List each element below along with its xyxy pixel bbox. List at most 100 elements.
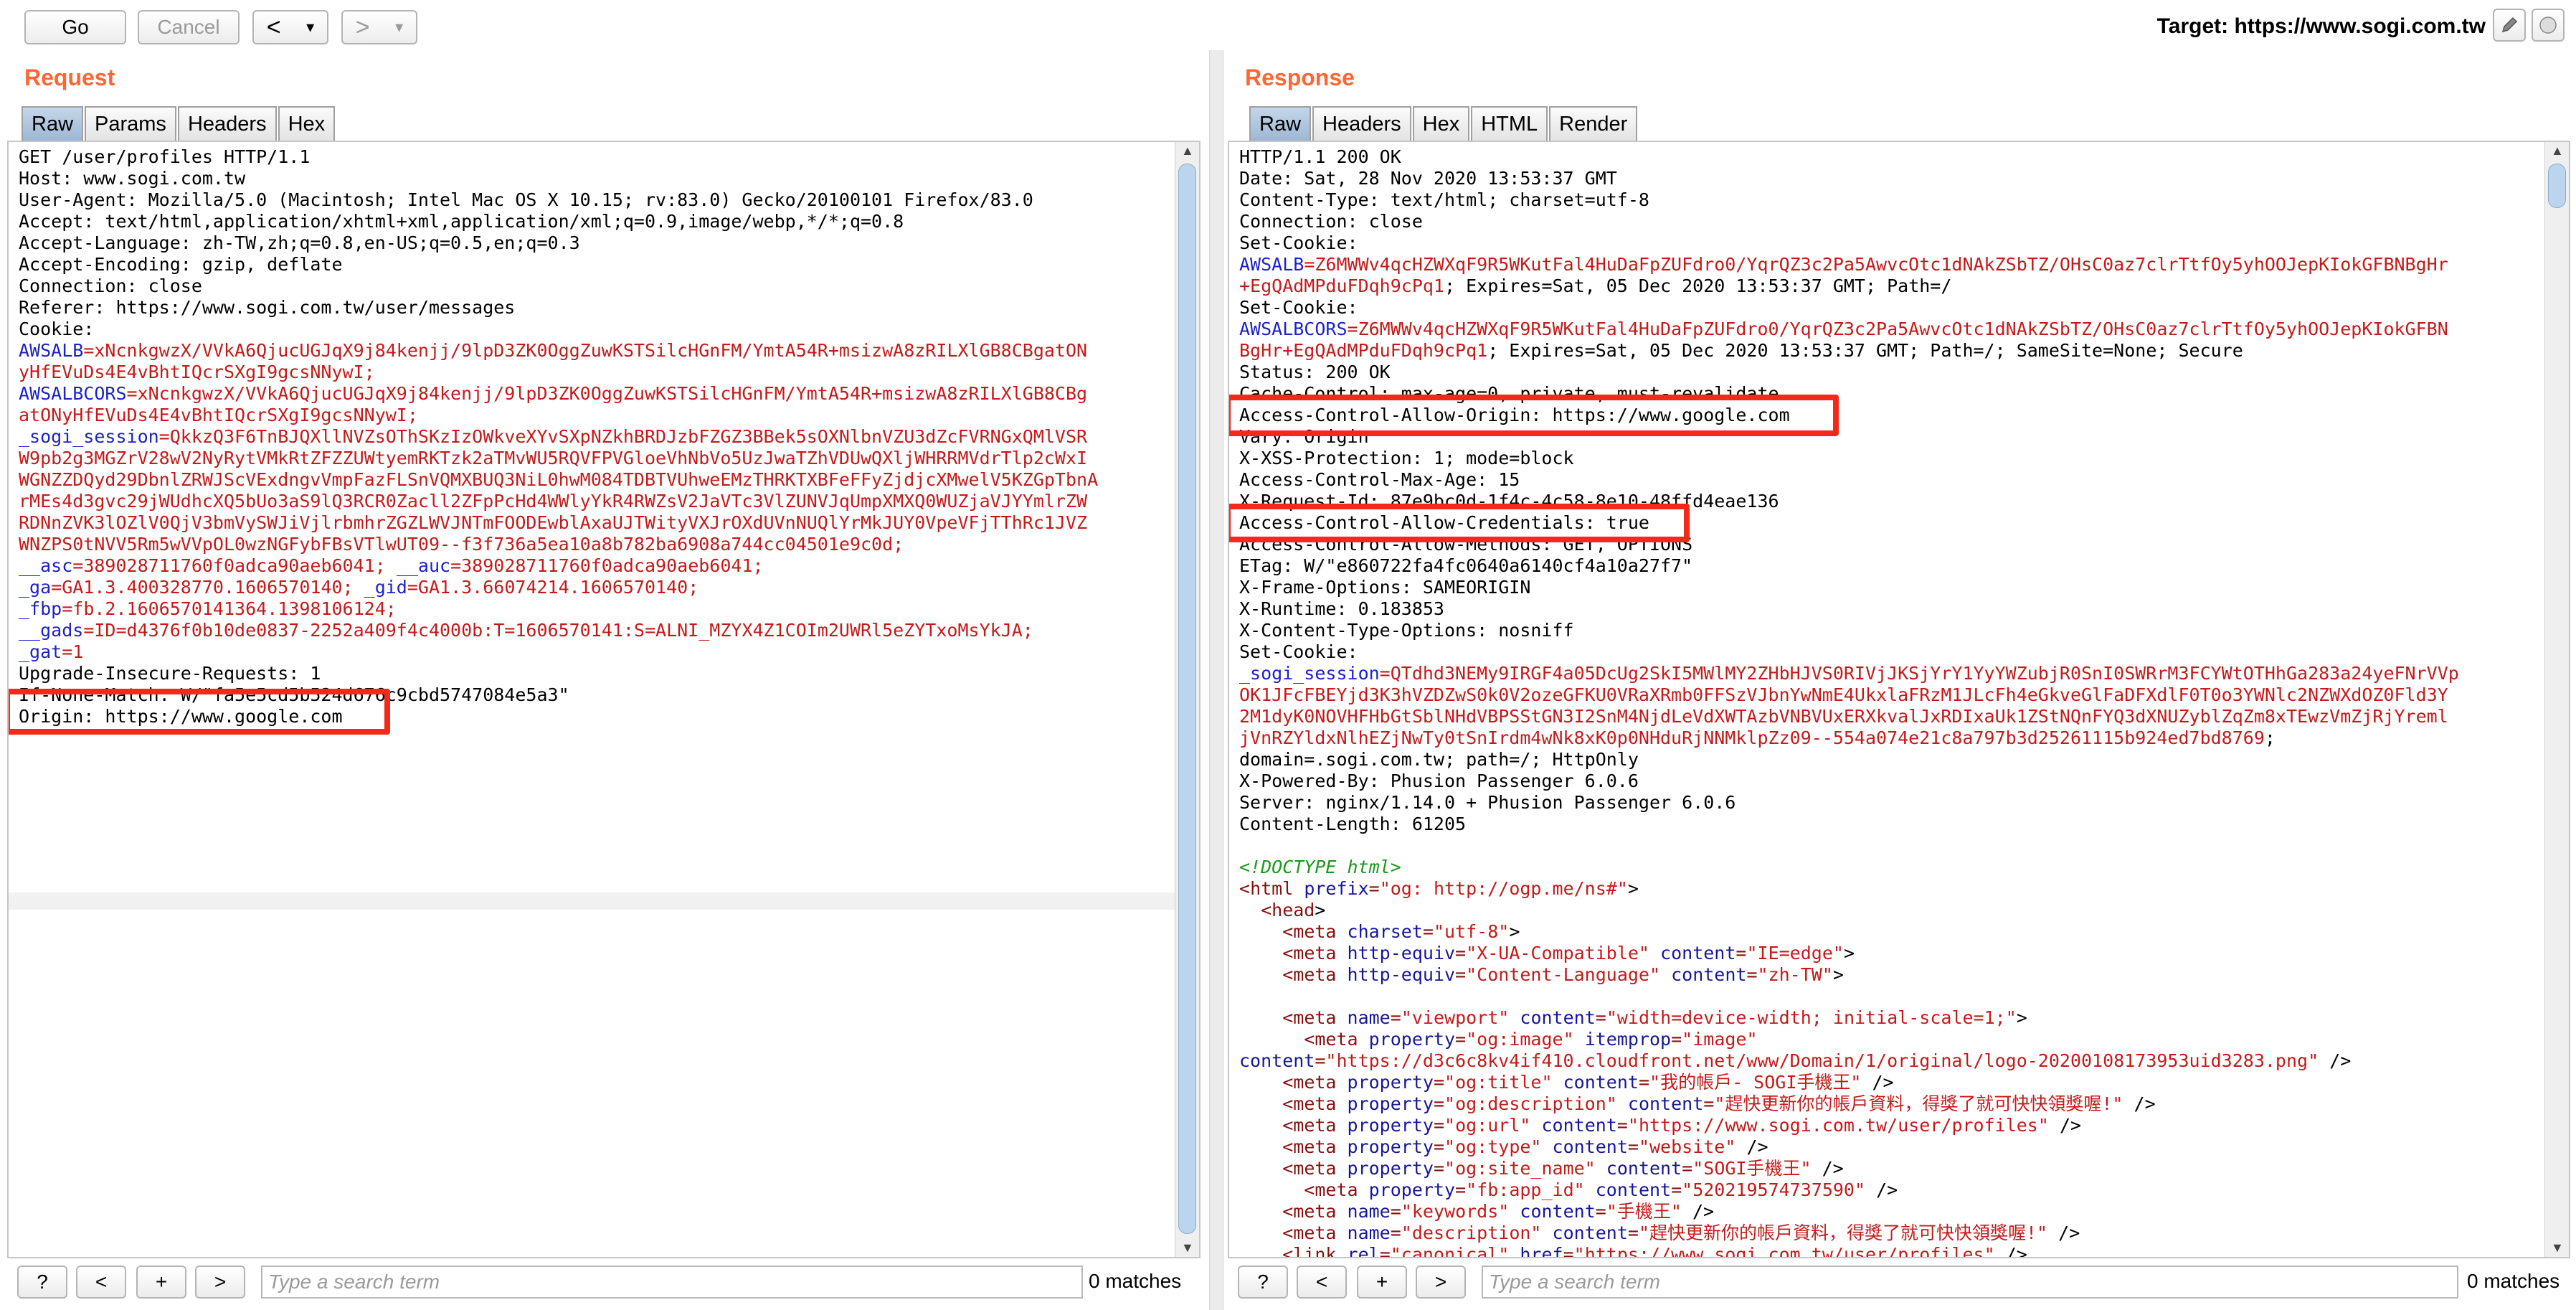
request-token: Accept-Language: zh-TW,zh;q=0.8,en-US;q=…	[19, 232, 580, 253]
response-token: html	[1250, 878, 1304, 899]
response-token: Access-Control-Max-Age: 15	[1239, 469, 1520, 490]
response-token: content	[1563, 1072, 1639, 1093]
response-line: Server: nginx/1.14.0 + Phusion Passenger…	[1239, 792, 2459, 814]
request-line: rMEs4d3gvc29jWUdhcXQ5bUo3aS9lQ3RCR0Zacll…	[19, 491, 1098, 512]
response-line: Set-Cookie:	[1239, 297, 2459, 319]
response-token: "520219574737590"	[1682, 1179, 1866, 1200]
request-tab-params[interactable]: Params	[85, 106, 176, 141]
request-add-button[interactable]: +	[136, 1266, 186, 1299]
response-token: link	[1293, 1244, 1348, 1258]
response-tab-html[interactable]: HTML	[1471, 106, 1548, 141]
cancel-button[interactable]: Cancel	[138, 10, 240, 44]
response-token: X-Powered-By: Phusion Passenger 6.0.6	[1239, 771, 1639, 791]
help-button[interactable]	[2532, 9, 2565, 42]
request-prev-button[interactable]: <	[76, 1266, 126, 1299]
go-button[interactable]: Go	[24, 10, 126, 44]
request-editor[interactable]: GET /user/profiles HTTP/1.1 Host: www.sog…	[7, 141, 1201, 1258]
request-token: Cookie:	[19, 319, 95, 339]
response-token: "我的帳戶- SOGI手機王"	[1649, 1072, 1862, 1093]
response-token: content	[1595, 1179, 1672, 1200]
request-tab-raw[interactable]: Raw	[22, 106, 84, 141]
response-tab-render[interactable]: Render	[1549, 106, 1638, 141]
back-button[interactable]: < ▾	[252, 10, 328, 44]
request-token: RDNnZVK3lOZlV0QjV3bmVySWJiVjlrbmhrZGZLWV…	[19, 512, 1088, 533]
response-token: property	[1347, 1115, 1434, 1136]
response-token: property	[1368, 1029, 1456, 1050]
response-token: "https://www.sogi.com.tw/user/profiles"	[1627, 1115, 2049, 1136]
forward-button[interactable]: > ▾	[341, 10, 417, 44]
request-token: Referer: https://www.sogi.com.tw/user/me…	[19, 297, 516, 318]
response-search-input[interactable]: Type a search term	[1482, 1266, 2458, 1299]
response-line: Connection: close	[1239, 211, 2459, 232]
response-line: X-Content-Type-Options: nosniff	[1239, 620, 2459, 641]
request-tab-hex[interactable]: Hex	[278, 106, 336, 141]
response-scrollbar[interactable]: ▲ ▼	[2544, 142, 2569, 1257]
response-line: <meta property="og:image" itemprop="imag…	[1239, 1029, 2459, 1050]
response-token: =	[1595, 1201, 1606, 1222]
response-token: Status: 200 OK	[1239, 362, 1391, 382]
response-line: AWSALBCORS=Z6MWWv4qcHZWXqF9R5WKutFal4HuD…	[1239, 319, 2459, 340]
request-token: Connection: close	[19, 275, 202, 296]
request-line: Host: www.sogi.com.tw	[19, 168, 1098, 189]
pane-divider[interactable]	[1209, 50, 1223, 1310]
edit-target-button[interactable]	[2493, 9, 2526, 42]
response-line: Content-Length: 61205	[1239, 814, 2459, 835]
response-tab-hex[interactable]: Hex	[1412, 106, 1470, 141]
response-token: meta	[1293, 943, 1348, 963]
response-token: />	[1861, 1072, 1894, 1093]
response-scroll-thumb[interactable]	[2548, 164, 2566, 208]
request-token: yHfEVuDs4E4vBhtIQcrSXgI9gcsNNywI;	[19, 362, 375, 382]
request-token: AWSALB	[19, 340, 84, 361]
request-token: =xNcnkgwzX/VVkA6QjucUGJqX9j84kenjj/9lpD3…	[83, 340, 1088, 361]
response-tab-headers[interactable]: Headers	[1312, 106, 1411, 141]
request-search-input[interactable]: Type a search term	[261, 1266, 1083, 1299]
response-editor[interactable]: HTTP/1.1 200 OK Date: Sat, 28 Nov 2020 13…	[1228, 141, 2570, 1258]
response-token: AWSALBCORS	[1239, 319, 1348, 339]
origin-highlight	[9, 689, 390, 735]
request-token: __asc	[19, 555, 73, 576]
response-token: <	[1239, 1244, 1294, 1258]
request-tab-headers[interactable]: Headers	[177, 106, 277, 141]
response-title: Response	[1245, 65, 1355, 90]
response-prev-button[interactable]: <	[1297, 1266, 1347, 1299]
response-token: =QTdhd3NEMy9IRGF4a05DcUg2SkI5MWlMY2ZHbHJ…	[1379, 663, 2459, 684]
response-token: Server: nginx/1.14.0 + Phusion Passenger…	[1239, 792, 1736, 813]
response-token: meta	[1293, 964, 1348, 985]
request-next-button[interactable]: >	[195, 1266, 245, 1299]
request-token: =GA1.3.66074214.1606570140;	[407, 577, 699, 598]
response-tab-raw[interactable]: Raw	[1249, 106, 1312, 141]
response-token: =	[1433, 1093, 1445, 1114]
request-token: __gads	[19, 620, 84, 641]
request-token: rMEs4d3gvc29jWUdhcXQ5bUo3aS9lQ3RCR0Zacll…	[19, 491, 1088, 512]
request-scroll-thumb[interactable]	[1178, 164, 1196, 1234]
response-token: meta	[1293, 921, 1348, 942]
response-token: ;	[2264, 727, 2276, 748]
request-token: _sogi_session	[19, 426, 159, 447]
response-add-button[interactable]: +	[1357, 1266, 1407, 1299]
response-help-button[interactable]: ?	[1238, 1266, 1288, 1299]
scroll-up-icon[interactable]: ▲	[1181, 143, 1194, 159]
response-next-button[interactable]: >	[1416, 1266, 1466, 1299]
response-token: "og:site_name"	[1444, 1158, 1606, 1179]
response-token: X-XSS-Protection: 1; mode=block	[1239, 448, 1574, 468]
response-token: "og:title"	[1444, 1072, 1563, 1093]
request-token: Accept-Encoding: gzip, deflate	[19, 254, 343, 275]
scroll-down-icon[interactable]: ▼	[1181, 1240, 1194, 1255]
request-line: _ga=GA1.3.400328770.1606570140; _gid=GA1…	[19, 577, 1098, 598]
response-token: Set-Cookie:	[1239, 297, 1358, 318]
response-token: "og:type"	[1444, 1136, 1553, 1157]
response-line: <meta property="og:url" content="https:/…	[1239, 1115, 2459, 1136]
response-token: =	[1433, 1115, 1445, 1136]
response-token: =Z6MWWv4qcHZWXqF9R5WKutFal4HuDaFpZUFdro0…	[1304, 254, 2448, 275]
request-text: GET /user/profiles HTTP/1.1 Host: www.sog…	[9, 146, 1098, 727]
request-token: =389028711760f0adca90aeb6041;	[450, 555, 764, 576]
scroll-up-icon[interactable]: ▲	[2551, 143, 2564, 159]
response-token: <	[1239, 1179, 1315, 1200]
response-token: content	[1239, 1050, 1315, 1071]
response-token: =	[1682, 1158, 1693, 1179]
scroll-down-icon[interactable]: ▼	[2551, 1240, 2564, 1255]
request-scrollbar[interactable]: ▲ ▼	[1175, 142, 1199, 1257]
request-token: __auc	[396, 555, 451, 576]
request-line: __asc =389028711760f0adca90aeb6041; __auc…	[19, 555, 1098, 577]
request-help-button[interactable]: ?	[17, 1266, 67, 1299]
